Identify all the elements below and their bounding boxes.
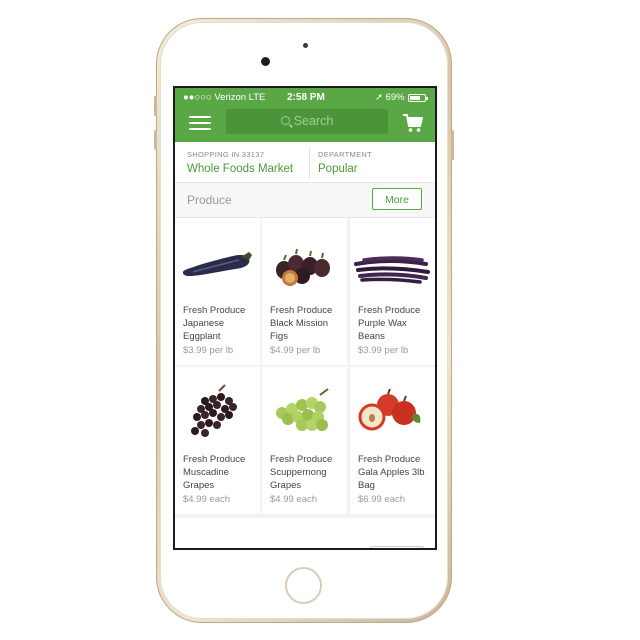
store-name: Whole Foods Market [187, 163, 294, 175]
product-price: $3.99 per lb [183, 345, 234, 356]
product-card[interactable]: Fresh Produce Muscadine Grapes $4.99 eac… [175, 367, 260, 514]
product-price: $3.99 per lb [358, 345, 409, 356]
product-price: $6.99 each [358, 494, 406, 505]
product-name: Fresh Produce Japanese Eggplant [183, 305, 246, 342]
volume-down-button [154, 130, 157, 150]
hamburger-menu-icon[interactable] [189, 112, 211, 132]
shopping-context-bar: SHOPPING IN 33137 Whole Foods Market DEP… [175, 142, 435, 183]
product-card[interactable]: Fresh Produce Purple Wax Beans $3.99 per… [350, 218, 435, 365]
product-price: $4.99 each [270, 494, 318, 505]
clock: 2:58 PM [287, 92, 325, 103]
app-screen: ●●○○○ Verizon LTE 2:58 PM ➚ 69% Search S… [173, 86, 437, 550]
eggplant-image [182, 252, 252, 276]
context-divider [309, 148, 310, 178]
store-selector[interactable]: SHOPPING IN 33137 Whole Foods Market [187, 150, 293, 175]
cart-icon[interactable] [402, 113, 424, 133]
product-name: Fresh Produce Scuppernong Grapes [270, 454, 333, 491]
product-price: $4.99 each [183, 494, 231, 505]
department-name: Popular [318, 163, 358, 175]
figs-image [276, 248, 330, 286]
power-button [451, 130, 454, 160]
bottom-button-edge [370, 546, 424, 548]
product-name: Fresh Produce Gala Apples 3lb Bag [358, 454, 425, 491]
apples-image [358, 388, 421, 431]
battery-icon [408, 94, 428, 102]
department-selector[interactable]: DEPARTMENT Popular [318, 150, 372, 175]
search-placeholder: Search [293, 114, 334, 128]
product-price: $4.99 per lb [270, 345, 321, 356]
product-card[interactable]: Fresh Produce Japanese Eggplant $3.99 pe… [175, 218, 260, 365]
product-name: Fresh Produce Black Mission Figs [270, 305, 333, 342]
muscadine-grapes-image [191, 384, 237, 437]
product-name: Fresh Produce Muscadine Grapes [183, 454, 246, 491]
product-name: Fresh Produce Purple Wax Beans [358, 305, 421, 342]
category-bar: Produce More [175, 183, 435, 218]
product-card[interactable]: Fresh Produce Black Mission Figs $4.99 p… [262, 218, 347, 365]
product-card[interactable]: Fresh Produce Gala Apples 3lb Bag $6.99 … [350, 367, 435, 514]
product-card[interactable]: Fresh Produce Scuppernong Grapes $4.99 e… [262, 367, 347, 514]
department-caption: DEPARTMENT [318, 150, 372, 159]
status-bar: ●●○○○ Verizon LTE 2:58 PM ➚ 69% [175, 91, 435, 105]
home-button[interactable] [285, 567, 322, 604]
more-button[interactable]: More [372, 188, 422, 210]
product-grid: Fresh Produce Japanese Eggplant $3.99 pe… [175, 218, 435, 518]
proximity-sensor [303, 43, 308, 48]
shopping-location-caption: SHOPPING IN 33137 [187, 150, 265, 159]
battery-percent: ➚ 69% [375, 92, 405, 103]
purple-beans-image [354, 256, 430, 284]
app-header: ●●○○○ Verizon LTE 2:58 PM ➚ 69% Search [175, 88, 435, 142]
carrier-label: ●●○○○ Verizon LTE [183, 92, 266, 103]
category-title: Produce [187, 193, 232, 207]
battery-percent-value: 69% [385, 92, 405, 103]
green-grapes-image [276, 388, 329, 431]
search-icon [280, 116, 290, 125]
front-camera [261, 57, 270, 66]
search-input[interactable]: Search [226, 109, 388, 134]
volume-up-button [154, 96, 157, 116]
